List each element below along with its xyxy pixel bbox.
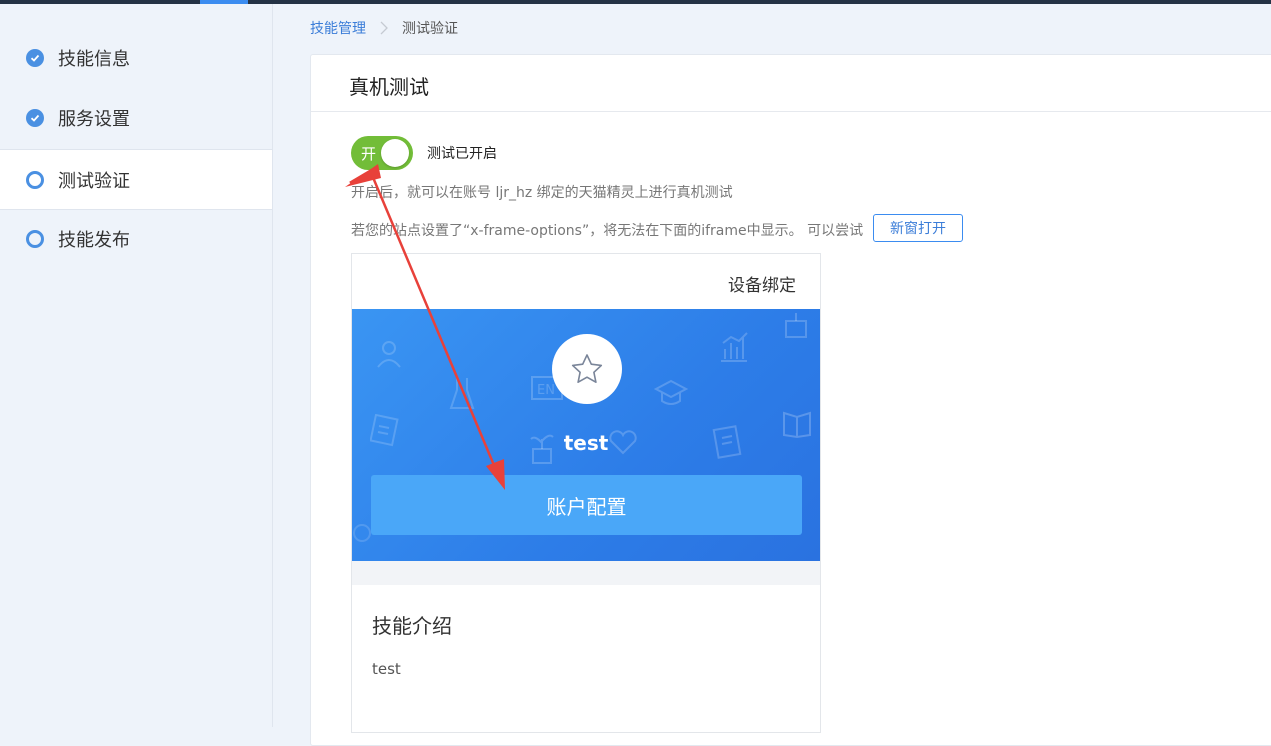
check-circle-icon — [26, 108, 44, 127]
circle-icon — [26, 229, 44, 248]
sidebar-item-label: 技能发布 — [58, 229, 130, 251]
account-config-button[interactable]: 账户配置 — [371, 475, 802, 535]
chevron-right-icon — [380, 21, 388, 35]
preview-header: 设备绑定 — [352, 254, 820, 309]
sidebar-item-label: 技能信息 — [58, 48, 130, 70]
svg-text:EN: EN — [537, 383, 555, 398]
page-title: 真机测试 — [349, 75, 429, 99]
breadcrumb-current: 测试验证 — [402, 21, 458, 37]
open-new-window-button[interactable]: 新窗打开 — [873, 214, 963, 242]
skill-banner: EN test 账户配置 — [352, 309, 820, 561]
section-divider — [352, 561, 820, 585]
enabled-hint-text: 开启后，就可以在账号 ljr_hz 绑定的天猫精灵上进行真机测试 — [351, 185, 733, 201]
iframe-preview: 设备绑定 EN test 账户配置 技能介绍 test — [351, 253, 821, 733]
sidebar-item-service-settings[interactable]: 服务设置 — [0, 88, 272, 147]
switch-on-label: 开 — [361, 145, 377, 163]
skill-avatar — [552, 334, 622, 404]
switch-status-text: 测试已开启 — [427, 146, 497, 162]
decorative-chart-icon — [721, 332, 748, 362]
decorative-pot-icon — [785, 313, 807, 338]
test-toggle-switch[interactable]: 开 — [351, 136, 413, 170]
sidebar-item-publish[interactable]: 技能发布 — [0, 209, 272, 268]
sidebar-item-skill-info[interactable]: 技能信息 — [0, 28, 272, 87]
decorative-graduation-cap-icon — [654, 379, 688, 405]
decorative-flask-icon — [449, 378, 475, 409]
iframe-hint-text: 若您的站点设置了“x-frame-options”，将无法在下面的iframe中… — [351, 223, 864, 239]
breadcrumb: 技能管理 测试验证 — [310, 16, 458, 40]
card-header: 真机测试 — [311, 55, 1271, 112]
sidebar: 技能信息 服务设置 测试验证 技能发布 — [0, 4, 273, 727]
decorative-person-icon — [377, 341, 401, 368]
sidebar-item-label: 服务设置 — [58, 108, 130, 130]
breadcrumb-parent-link[interactable]: 技能管理 — [310, 18, 366, 38]
skill-intro-title: 技能介绍 — [372, 614, 452, 638]
skill-name: test — [563, 431, 609, 455]
sidebar-item-label: 测试验证 — [58, 170, 130, 192]
skill-intro-text: test — [372, 660, 401, 678]
star-icon — [571, 354, 603, 383]
bind-device-link[interactable]: 设备绑定 — [728, 271, 796, 296]
switch-knob — [381, 139, 409, 167]
sidebar-item-test-verify[interactable]: 测试验证 — [0, 149, 272, 210]
circle-icon — [26, 170, 44, 189]
check-circle-icon — [26, 48, 44, 67]
